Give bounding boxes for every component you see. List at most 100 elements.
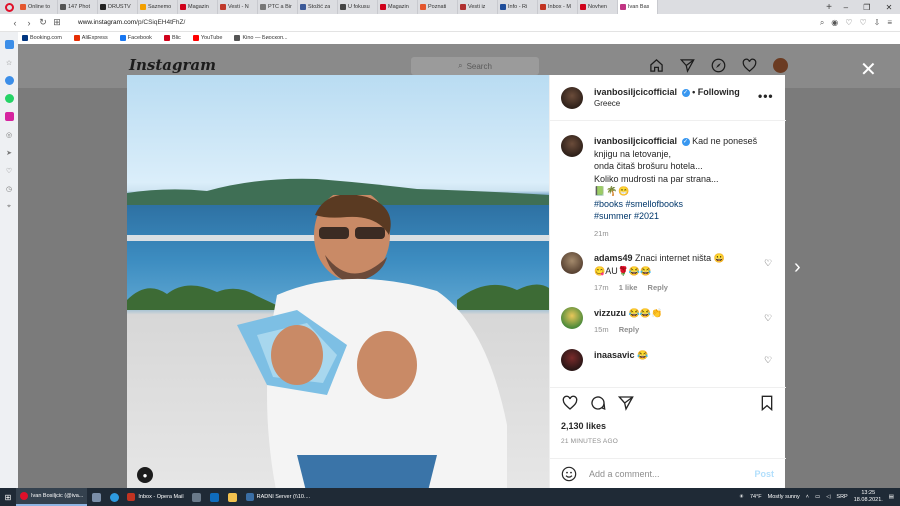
likes-count[interactable]: 2,130 likes (561, 421, 606, 431)
bookmark-item[interactable]: Booking.com (22, 35, 62, 41)
like-comment-icon[interactable]: ♡ (764, 313, 772, 324)
forward-icon[interactable]: › (22, 18, 36, 28)
caption-username[interactable]: ivanbosiljcicofficial (594, 136, 677, 146)
emoji-smile-icon[interactable] (561, 466, 577, 482)
menu-icon[interactable]: ≡ (887, 18, 892, 28)
weather-temp[interactable]: 74°F (750, 494, 762, 500)
hashtags-link[interactable]: #summer #2021 (594, 211, 659, 221)
following-button[interactable]: Following (698, 87, 740, 97)
taskbar-item[interactable]: RADNI Server (\\10.... (242, 488, 315, 506)
browser-tab[interactable]: Novhen (578, 0, 618, 14)
heart-icon[interactable]: ♡ (845, 18, 852, 28)
browser-tab[interactable]: Vesti iz (458, 0, 498, 14)
camera-icon[interactable]: ◉ (831, 18, 838, 28)
browser-tab[interactable]: Magazin (378, 0, 418, 14)
commenter-username[interactable]: inaasavic (594, 350, 635, 360)
store-icon[interactable] (188, 492, 206, 502)
comment-likes[interactable]: 1 like (619, 283, 638, 292)
commenter-avatar[interactable] (561, 348, 583, 371)
browser-tab[interactable]: Online to (18, 0, 58, 14)
whatsapp-icon[interactable] (4, 94, 14, 103)
download-icon[interactable]: ⇩ (874, 18, 881, 28)
save-bookmark-icon[interactable] (758, 394, 776, 412)
maximize-icon[interactable]: ❐ (863, 3, 870, 12)
send-icon[interactable]: ➤ (5, 148, 14, 157)
author-avatar[interactable] (561, 86, 583, 109)
browser-tab[interactable]: Stožić za (298, 0, 338, 14)
reply-button[interactable]: Reply (648, 283, 668, 292)
author-username[interactable]: ivanbosiljcicofficial (594, 87, 677, 97)
taskbar-item[interactable]: Inbox - Opera Mail (123, 488, 187, 506)
browser-tab[interactable]: U fokusu (338, 0, 378, 14)
home-icon[interactable] (4, 40, 14, 49)
bookmark-item[interactable]: AliExpress (73, 35, 108, 41)
language-indicator[interactable]: SRP (836, 494, 847, 500)
heart-icon[interactable]: ♡ (5, 166, 14, 175)
browser-tab[interactable]: PTC a Bir (258, 0, 298, 14)
start-menu-icon[interactable]: ⊞ (0, 493, 16, 502)
profile-avatar[interactable] (772, 57, 789, 74)
comments-list[interactable]: ivanbosiljcicofficial ✓ Kad ne poneseš k… (550, 121, 786, 387)
bookmark-icon[interactable]: ♡ (859, 18, 866, 28)
comment-icon[interactable] (589, 394, 607, 412)
browser-tab[interactable]: Vesti - N (218, 0, 258, 14)
close-modal-icon[interactable]: ✕ (860, 60, 877, 80)
explore-icon[interactable] (710, 57, 727, 74)
instagram-logo[interactable]: Instagram (129, 56, 216, 74)
post-photo[interactable]: ● (127, 75, 549, 488)
bookmark-item[interactable]: Blic (163, 35, 181, 41)
post-location[interactable]: Greece (594, 99, 740, 108)
hashtags-link[interactable]: #books #smellofbooks (594, 199, 683, 209)
post-comment-button[interactable]: Post (754, 469, 774, 479)
weather-icon[interactable]: ☀ (739, 494, 744, 500)
search-icon[interactable]: ⌕ (820, 18, 824, 28)
browser-tab[interactable]: 147 Phot (58, 0, 98, 14)
reply-button[interactable]: Reply (619, 325, 639, 334)
history-icon[interactable]: ◷ (5, 184, 14, 193)
tagged-user-icon[interactable]: ● (137, 467, 153, 483)
opera-logo-icon[interactable] (0, 0, 18, 14)
browser-tab[interactable]: Magazin (178, 0, 218, 14)
reload-icon[interactable]: ↻ (36, 17, 50, 28)
taskbar-item[interactable]: Ivan Bosiljcic (@iva... (16, 488, 88, 506)
browser-tab[interactable]: Ivan Bas (618, 0, 658, 14)
location-icon[interactable]: ⌖ (5, 202, 14, 211)
direct-icon[interactable] (679, 57, 696, 74)
commenter-avatar[interactable] (561, 252, 583, 274)
browser-tab[interactable]: DRUŠTV (98, 0, 138, 14)
like-comment-icon[interactable]: ♡ (764, 355, 772, 366)
messenger-icon[interactable] (4, 76, 14, 85)
commenter-username[interactable]: adams49 (594, 253, 633, 263)
next-post-icon[interactable]: › (794, 256, 801, 279)
network-icon[interactable]: ▭ (815, 494, 820, 500)
home-icon[interactable] (648, 57, 665, 74)
close-window-icon[interactable]: ✕ (886, 3, 893, 12)
notifications-icon[interactable]: ▤ (889, 494, 894, 500)
new-tab-button[interactable]: + (822, 2, 836, 13)
edge-icon[interactable] (105, 492, 123, 502)
comment-input[interactable]: Add a comment... (589, 469, 754, 479)
commenter-avatar[interactable] (561, 306, 583, 329)
taskbar-app-icon[interactable] (87, 492, 105, 502)
weather-desc[interactable]: Mostly sunny (768, 494, 800, 500)
commenter-username[interactable]: vizzuzu (594, 308, 626, 318)
like-comment-icon[interactable]: ♡ (764, 258, 772, 269)
url-field[interactable]: www.instagram.com/p/CSiqEH4tFhZ/ (78, 19, 820, 26)
like-heart-icon[interactable] (561, 394, 579, 412)
browser-tab[interactable]: Saznemo (138, 0, 178, 14)
browser-tab[interactable]: Info - Ri (498, 0, 538, 14)
more-options-icon[interactable]: ••• (758, 89, 774, 103)
share-icon[interactable] (617, 394, 635, 412)
minimize-icon[interactable]: – (844, 3, 848, 12)
author-avatar[interactable] (561, 135, 583, 157)
folder-icon[interactable] (224, 492, 242, 502)
music-icon[interactable]: ◎ (5, 130, 14, 139)
instagram-icon[interactable] (4, 112, 14, 121)
volume-icon[interactable]: ◁ (826, 494, 830, 500)
clock[interactable]: 13:25 18.08.2021. (854, 490, 883, 504)
back-icon[interactable]: ‹ (8, 18, 22, 28)
bookmark-item[interactable]: Facebook (119, 35, 152, 41)
bookmark-item[interactable]: YouTube (192, 35, 222, 41)
tabs-grid-icon[interactable]: ⊞ (50, 17, 64, 28)
search-input[interactable]: ⌕ Search (411, 57, 539, 75)
